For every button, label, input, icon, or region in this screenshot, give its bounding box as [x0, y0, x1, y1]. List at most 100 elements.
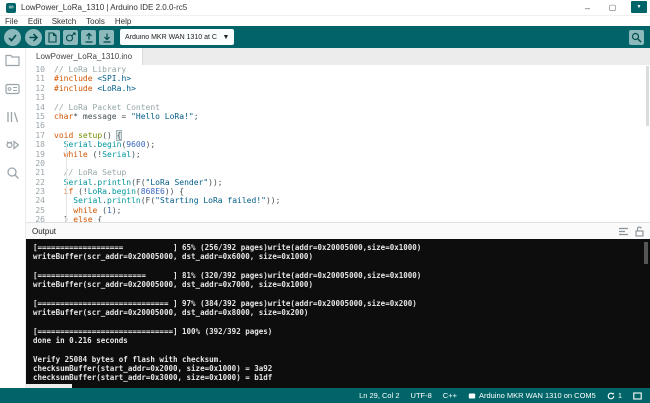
- editor-tabbar: LowPower_LoRa_1310.ino: [26, 48, 650, 65]
- line-number: 18: [26, 140, 54, 149]
- menu-item-file[interactable]: File: [5, 17, 18, 26]
- console-line: writeBuffer(scr_addr=0x20005000, dst_add…: [33, 308, 650, 317]
- verify-button[interactable]: [4, 29, 21, 46]
- save-button[interactable]: [99, 30, 114, 45]
- line-number: 12: [26, 84, 54, 93]
- console-line: writeBuffer(scr_addr=0x20005000, dst_add…: [33, 252, 650, 261]
- line-number: 14: [26, 103, 54, 112]
- arrow-up-from-line-icon: [84, 32, 94, 43]
- sidebar-item-sketchbook[interactable]: [4, 52, 21, 69]
- menu-item-edit[interactable]: Edit: [28, 17, 42, 26]
- code-line[interactable]: 24 Serial.println(F("Starting LoRa faile…: [26, 196, 650, 205]
- activity-sidebar: [0, 48, 26, 388]
- cursor-position[interactable]: Ln 29, Col 2: [359, 391, 399, 400]
- serial-monitor-button[interactable]: [629, 30, 644, 45]
- maximize-button[interactable]: ▢: [600, 0, 625, 15]
- menu-item-tools[interactable]: Tools: [86, 17, 105, 26]
- check-icon: [7, 32, 18, 43]
- arrow-right-icon: [28, 32, 39, 43]
- line-number: 19: [26, 150, 54, 159]
- line-number: 16: [26, 121, 54, 130]
- minimize-button[interactable]: –: [575, 0, 600, 15]
- code-line[interactable]: 10// LoRa Library: [26, 65, 650, 74]
- board-chip-icon: [5, 83, 20, 95]
- sidebar-item-debugger[interactable]: [4, 136, 21, 153]
- sidebar-item-search[interactable]: [4, 164, 21, 181]
- chevron-down-icon: ▼: [222, 34, 229, 41]
- titlebar: ∞ LowPower_LoRa_1310 | Arduino IDE 2.0.0…: [0, 0, 650, 16]
- arduino-app-icon: ∞: [6, 3, 16, 13]
- arduino-ide-window: ∞ LowPower_LoRa_1310 | Arduino IDE 2.0.0…: [0, 0, 650, 403]
- bug-play-icon: [5, 138, 20, 151]
- board-port-indicator[interactable]: Arduino MKR WAN 1310 on COM5: [468, 391, 596, 400]
- menu-item-sketch[interactable]: Sketch: [52, 17, 76, 26]
- line-number: 25: [26, 206, 54, 215]
- code-editor[interactable]: 10// LoRa Library11#include <SPI.h>12#in…: [26, 65, 650, 222]
- statusbar: Ln 29, Col 2 UTF-8 C++ Arduino MKR WAN 1…: [0, 388, 650, 403]
- tab-sketch-file[interactable]: LowPower_LoRa_1310.ino: [26, 48, 143, 65]
- output-panel-title: Output: [32, 227, 56, 236]
- console-line: [======================== ] 81% (320/392…: [33, 271, 650, 280]
- debug-icon: [65, 32, 76, 43]
- board-selector-value: Arduino MKR WAN 1310 at C...: [125, 34, 217, 41]
- code-line[interactable]: 16: [26, 121, 650, 130]
- output-panel-header: Output: [26, 222, 650, 239]
- code-line[interactable]: 13: [26, 93, 650, 102]
- console-line: checksumBuffer(start_addr=0x3000, size=0…: [33, 373, 650, 382]
- debug-button[interactable]: [63, 30, 78, 45]
- notifications-indicator[interactable]: [633, 392, 642, 400]
- code-line[interactable]: 15char* message = "Hello LoRa!";: [26, 112, 650, 121]
- clear-output-icon[interactable]: [618, 227, 629, 236]
- board-icon: [468, 392, 476, 400]
- code-line[interactable]: 19 while (!Serial);: [26, 150, 650, 159]
- console-line: checksumBuffer(start_addr=0x2000, size=0…: [33, 364, 650, 373]
- menubar: File Edit Sketch Tools Help: [0, 16, 650, 26]
- code-line[interactable]: 18 Serial.begin(9600);: [26, 140, 650, 149]
- code-line[interactable]: 14// LoRa Packet Content: [26, 103, 650, 112]
- sync-icon: [607, 392, 615, 400]
- open-button[interactable]: [81, 30, 96, 45]
- code-line[interactable]: 22 Serial.println(F("LoRa Sender"));: [26, 178, 650, 187]
- language-indicator[interactable]: C++: [443, 391, 457, 400]
- line-number: 22: [26, 178, 54, 187]
- console-line: [33, 345, 650, 354]
- console-scrollbar-vertical[interactable]: [644, 242, 648, 264]
- sync-indicator[interactable]: 1: [607, 391, 622, 400]
- sidebar-item-boards-manager[interactable]: [4, 80, 21, 97]
- toolbar: Arduino MKR WAN 1310 at C... ▼: [0, 26, 650, 48]
- new-sketch-button[interactable]: [45, 30, 60, 45]
- upload-button[interactable]: [25, 29, 42, 46]
- console-line: Verify 25084 bytes of flash with checksu…: [33, 355, 650, 364]
- console-line: [==============================] 100% (3…: [33, 327, 650, 336]
- code-line[interactable]: 20: [26, 159, 650, 168]
- magnifier-icon: [631, 32, 642, 43]
- line-number: 20: [26, 159, 54, 168]
- output-console[interactable]: [=================== ] 65% (256/392 page…: [26, 239, 650, 388]
- board-selector-dropdown[interactable]: Arduino MKR WAN 1310 at C... ▼: [120, 29, 234, 45]
- line-number: 13: [26, 93, 54, 102]
- scroll-lock-icon[interactable]: [635, 226, 644, 237]
- code-line[interactable]: 17void setup() {: [26, 131, 650, 140]
- code-line[interactable]: 25 while (1);: [26, 206, 650, 215]
- indent-guide: [66, 141, 67, 222]
- code-line[interactable]: 11#include <SPI.h>: [26, 74, 650, 83]
- folder-icon: [5, 54, 20, 67]
- console-line: writeBuffer(scr_addr=0x20005000, dst_add…: [33, 280, 650, 289]
- editor-scrollbar[interactable]: [646, 66, 649, 126]
- console-line: [33, 289, 650, 298]
- line-number: 21: [26, 168, 54, 177]
- menu-item-help[interactable]: Help: [115, 17, 131, 26]
- sidebar-item-library-manager[interactable]: [4, 108, 21, 125]
- window-title: LowPower_LoRa_1310 | Arduino IDE 2.0.0-r…: [21, 3, 187, 12]
- tabbar-dropdown-button[interactable]: ▼: [631, 1, 647, 13]
- line-number: 10: [26, 65, 54, 74]
- line-number: 11: [26, 74, 54, 83]
- console-line: done in 0.216 seconds: [33, 336, 650, 345]
- line-number: 23: [26, 187, 54, 196]
- code-line[interactable]: 23 if (!LoRa.begin(868E6)) {: [26, 187, 650, 196]
- encoding-indicator[interactable]: UTF-8: [411, 391, 432, 400]
- line-number: 26: [26, 215, 54, 222]
- code-line[interactable]: 21 // LoRa Setup: [26, 168, 650, 177]
- code-line[interactable]: 26 } else {: [26, 215, 650, 222]
- code-line[interactable]: 12#include <LoRa.h>: [26, 84, 650, 93]
